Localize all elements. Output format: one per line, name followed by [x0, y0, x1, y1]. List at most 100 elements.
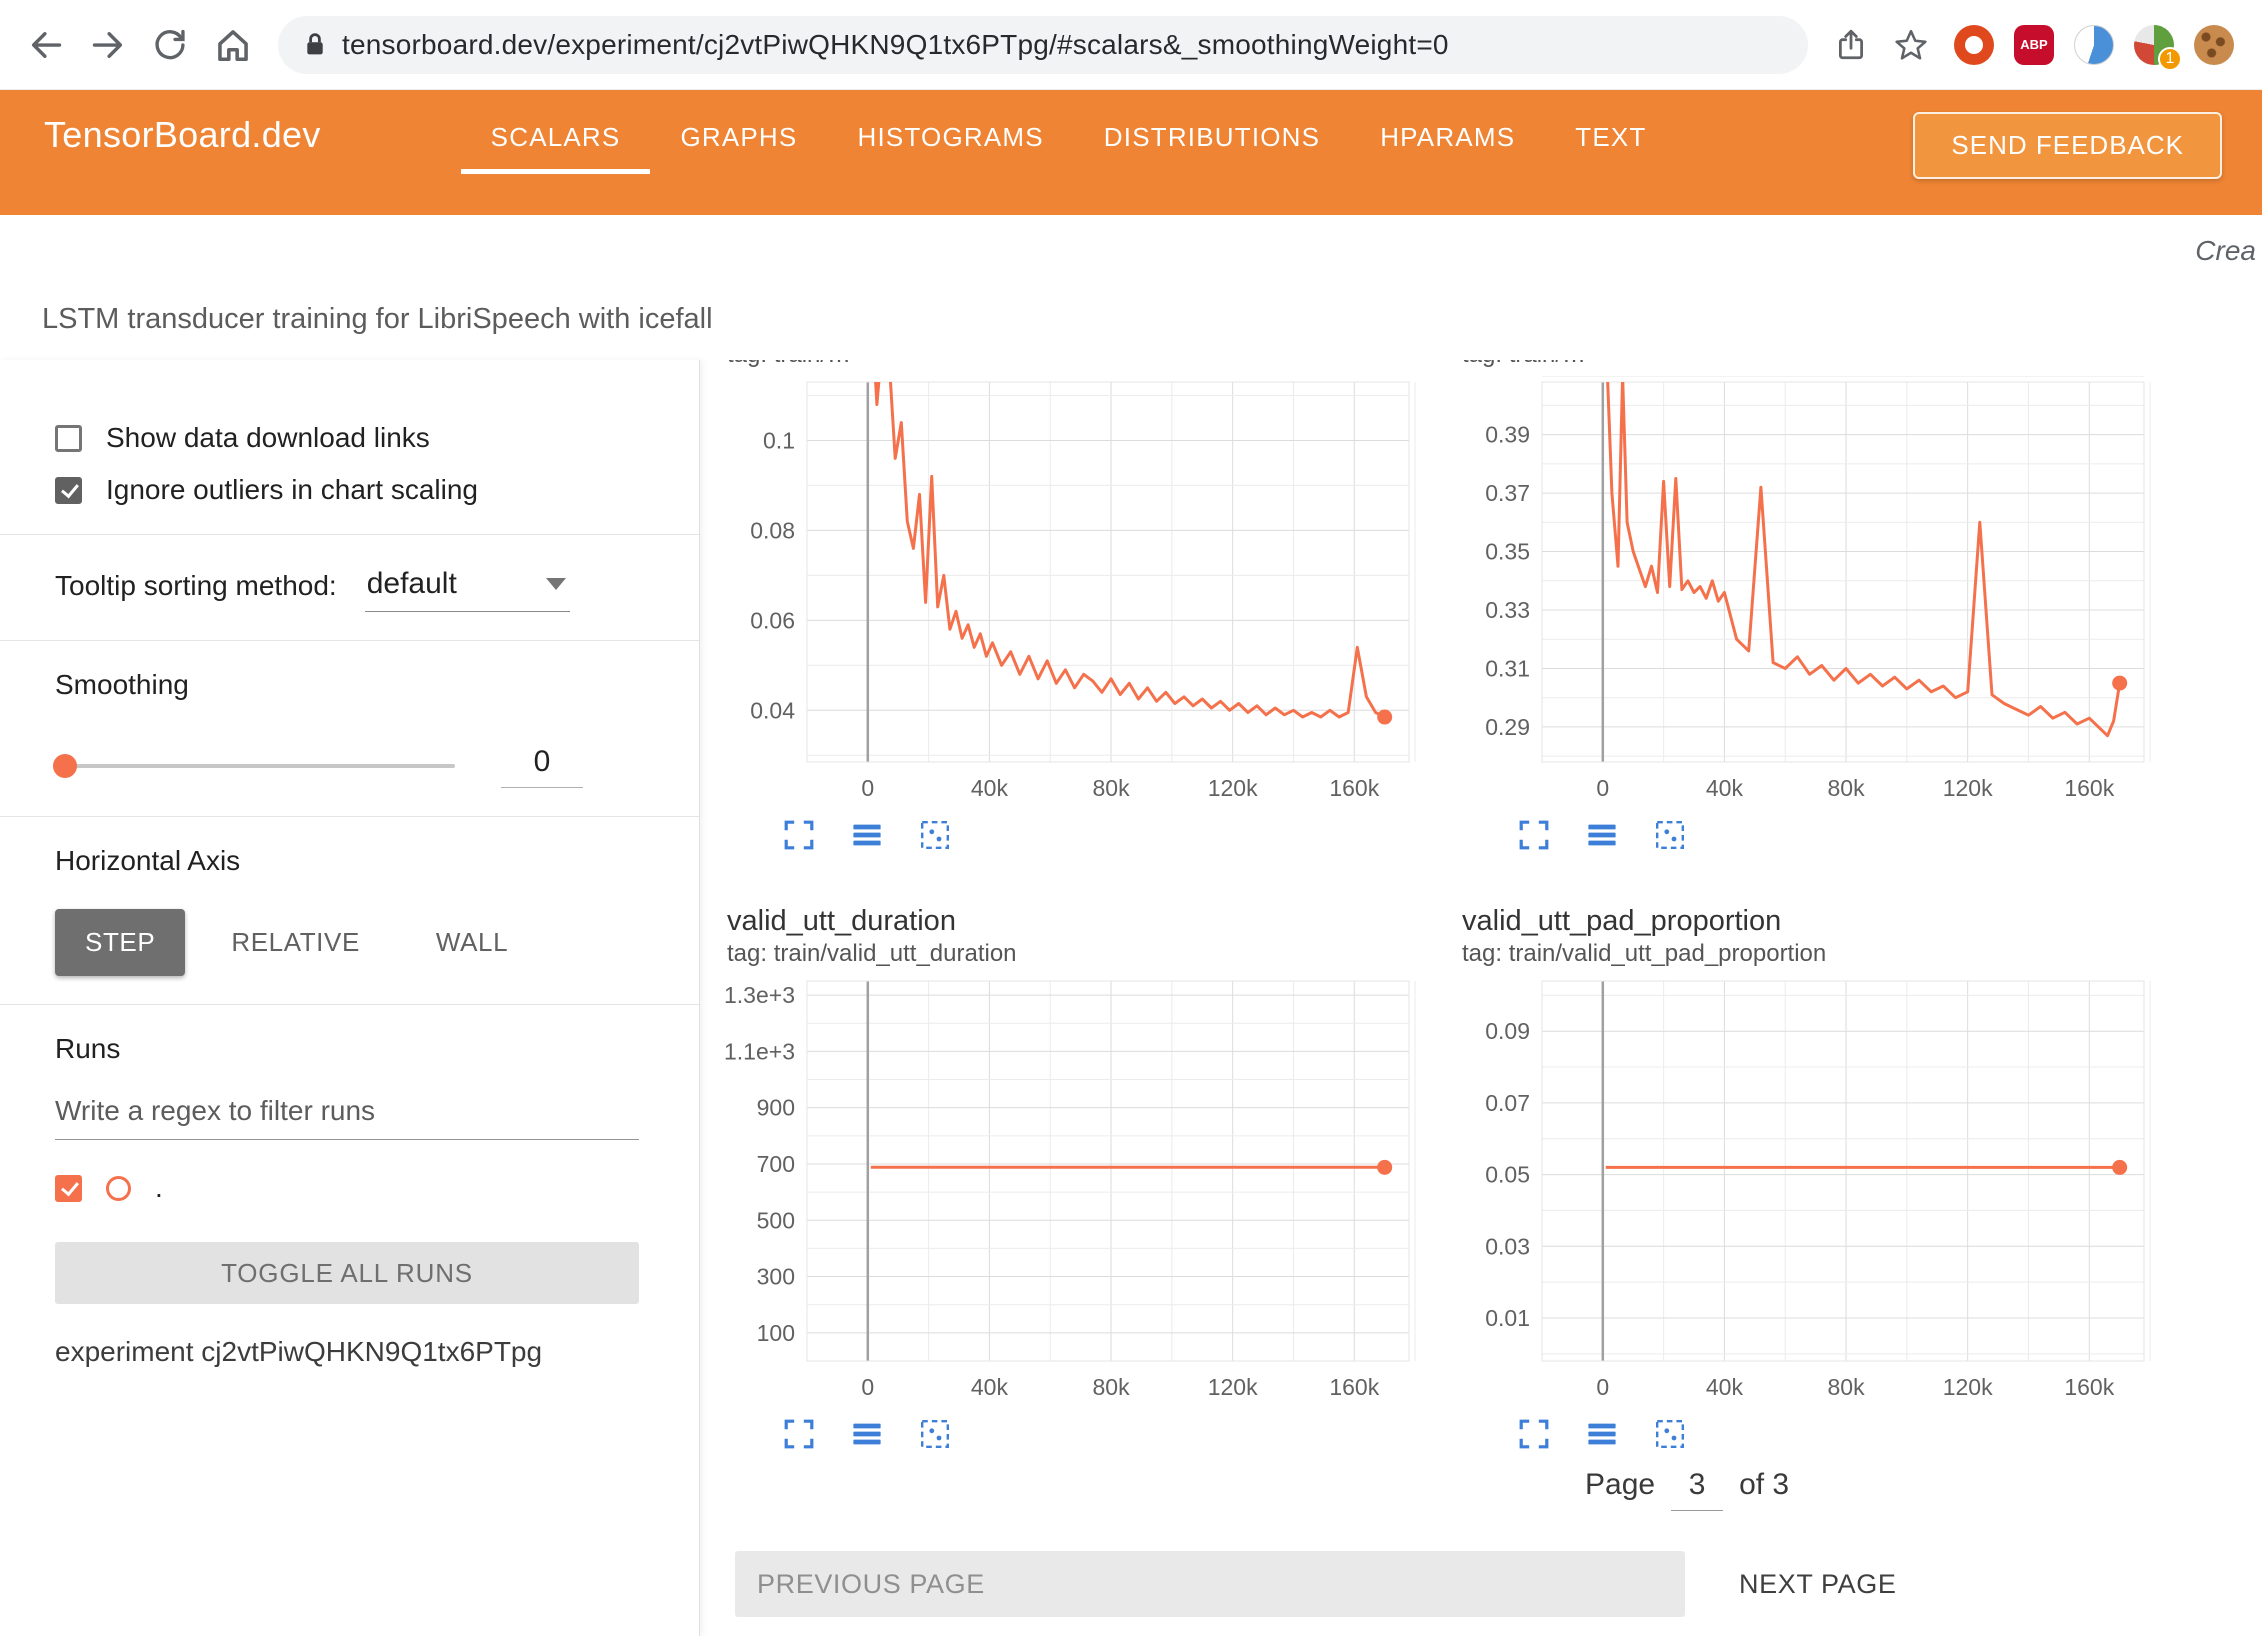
chart-plot[interactable]: 1003005007009001.1e+31.3e+3040k80k120k16… [725, 975, 1425, 1405]
svg-text:700: 700 [757, 1151, 795, 1177]
pagination: Page of 3 [1585, 1468, 2262, 1511]
svg-text:0: 0 [1596, 775, 1609, 801]
run-row[interactable]: . [55, 1172, 639, 1204]
divider [0, 816, 699, 817]
expand-icon[interactable] [1518, 1418, 1550, 1450]
svg-text:0.39: 0.39 [1485, 422, 1530, 448]
bookmark-star-icon[interactable] [1894, 28, 1928, 62]
toggle-y-axis-icon[interactable] [851, 1418, 883, 1450]
tooltip-sorting-label: Tooltip sorting method: [55, 570, 337, 612]
smoothing-value-input[interactable] [501, 743, 583, 788]
svg-text:120k: 120k [1943, 775, 1993, 801]
chart-tag: tag: train/valid_utt_duration [727, 939, 1435, 969]
home-icon[interactable] [214, 26, 252, 64]
chart-plot[interactable]: 0.290.310.330.350.370.39040k80k120k160k [1460, 376, 2160, 806]
svg-text:0.03: 0.03 [1485, 1233, 1530, 1259]
svg-text:900: 900 [757, 1095, 795, 1121]
scalars-dashboard: tag: train/…0.040.060.080.1040k80k120k16… [700, 360, 2262, 1636]
svg-text:0.01: 0.01 [1485, 1305, 1530, 1331]
page-label: Page [1585, 1468, 1655, 1502]
fit-domain-icon[interactable] [919, 1418, 951, 1450]
chart-card: tag: train/…0.040.060.080.1040k80k120k16… [725, 360, 1435, 851]
svg-text:80k: 80k [1092, 775, 1130, 801]
svg-text:120k: 120k [1208, 775, 1258, 801]
settings-sidebar: Show data download links Ignore outliers… [0, 360, 700, 1636]
ignore-outliers-checkbox-row[interactable]: Ignore outliers in chart scaling [55, 474, 639, 506]
svg-text:0.07: 0.07 [1485, 1090, 1530, 1116]
abp-extension-icon[interactable]: ABP [2014, 25, 2054, 65]
profile-avatar[interactable]: 1 [2134, 25, 2174, 65]
url-text[interactable]: tensorboard.dev/experiment/cj2vtPiwQHKN9… [342, 29, 1449, 61]
tab-text[interactable]: TEXT [1545, 104, 1676, 174]
lock-icon [304, 31, 326, 58]
tab-hparams[interactable]: HPARAMS [1350, 104, 1545, 174]
tab-distributions[interactable]: DISTRIBUTIONS [1074, 104, 1350, 174]
share-icon[interactable] [1834, 28, 1868, 62]
tooltip-sorting-value: default [367, 567, 457, 601]
svg-text:0.09: 0.09 [1485, 1018, 1530, 1044]
divider [0, 1004, 699, 1005]
adblocker-extension-icon[interactable] [1954, 25, 1994, 65]
fit-domain-icon[interactable] [1654, 819, 1686, 851]
reload-icon[interactable] [152, 27, 188, 63]
chart-toolbar [1518, 1418, 2170, 1450]
previous-page-button[interactable]: PREVIOUS PAGE [735, 1551, 1685, 1617]
chart-plot[interactable]: 0.040.060.080.1040k80k120k160k [725, 376, 1425, 806]
tooltip-sorting-select[interactable]: default [365, 563, 570, 612]
svg-text:0: 0 [1596, 1374, 1609, 1400]
svg-text:40k: 40k [971, 775, 1009, 801]
axis-wall-button[interactable]: WALL [406, 909, 538, 976]
toggle-all-runs-button[interactable]: TOGGLE ALL RUNS [55, 1242, 639, 1304]
runs-filter-input[interactable] [55, 1079, 639, 1140]
tab-histograms[interactable]: HISTOGRAMS [827, 104, 1073, 174]
expand-icon[interactable] [783, 1418, 815, 1450]
axis-step-button[interactable]: STEP [55, 909, 185, 976]
next-page-button[interactable]: NEXT PAGE [1733, 1568, 1902, 1601]
extensions-area: ABP 1 [1954, 25, 2234, 65]
chart-toolbar [783, 1418, 1435, 1450]
svg-text:500: 500 [757, 1207, 795, 1233]
chart-tag: tag: train/valid_utt_pad_proportion [1462, 939, 2170, 969]
checkbox-checked-icon[interactable] [55, 477, 82, 504]
chevron-down-icon [546, 578, 566, 590]
fit-domain-icon[interactable] [1654, 1418, 1686, 1450]
toggle-y-axis-icon[interactable] [1586, 819, 1618, 851]
svg-text:300: 300 [757, 1264, 795, 1290]
notification-badge: 1 [2158, 47, 2182, 71]
smoothing-slider[interactable] [55, 764, 455, 768]
forward-icon[interactable] [90, 27, 126, 63]
tab-graphs[interactable]: GRAPHS [650, 104, 827, 174]
pie-extension-icon[interactable] [2074, 25, 2114, 65]
svg-text:0.31: 0.31 [1485, 655, 1530, 681]
svg-text:160k: 160k [1329, 775, 1379, 801]
browser-toolbar: tensorboard.dev/experiment/cj2vtPiwQHKN9… [0, 0, 2262, 90]
run-checkbox-checked-icon[interactable] [55, 1175, 82, 1202]
checkbox-unchecked-icon[interactable] [55, 425, 82, 452]
run-name: . [155, 1172, 163, 1204]
chart-title: valid_utt_pad_proportion [1462, 903, 2170, 939]
horizontal-axis-options: STEP RELATIVE WALL [55, 909, 639, 976]
smoothing-label: Smoothing [55, 669, 639, 701]
horizontal-axis-label: Horizontal Axis [55, 845, 639, 877]
page-number-input[interactable] [1671, 1468, 1723, 1511]
expand-icon[interactable] [783, 819, 815, 851]
back-icon[interactable] [28, 27, 64, 63]
svg-text:0: 0 [861, 1374, 874, 1400]
run-color-swatch-icon [106, 1176, 131, 1201]
expand-icon[interactable] [1518, 819, 1550, 851]
toggle-y-axis-icon[interactable] [1586, 1418, 1618, 1450]
app-logo: TensorBoard.dev [44, 114, 321, 156]
svg-text:0.06: 0.06 [750, 607, 795, 633]
address-bar[interactable]: tensorboard.dev/experiment/cj2vtPiwQHKN9… [278, 16, 1808, 74]
slider-thumb[interactable] [53, 754, 77, 778]
toggle-y-axis-icon[interactable] [851, 819, 883, 851]
fit-domain-icon[interactable] [919, 819, 951, 851]
axis-relative-button[interactable]: RELATIVE [201, 909, 390, 976]
chart-plot[interactable]: 0.010.030.050.070.09040k80k120k160k [1460, 975, 2160, 1405]
experiment-header: Crea LSTM transducer training for LibriS… [0, 215, 2262, 360]
cookie-extension-icon[interactable] [2194, 25, 2234, 65]
tab-scalars[interactable]: SCALARS [461, 104, 651, 174]
send-feedback-button[interactable]: SEND FEEDBACK [1913, 112, 2222, 179]
show-download-links-checkbox-row[interactable]: Show data download links [55, 422, 639, 454]
svg-text:0.29: 0.29 [1485, 714, 1530, 740]
